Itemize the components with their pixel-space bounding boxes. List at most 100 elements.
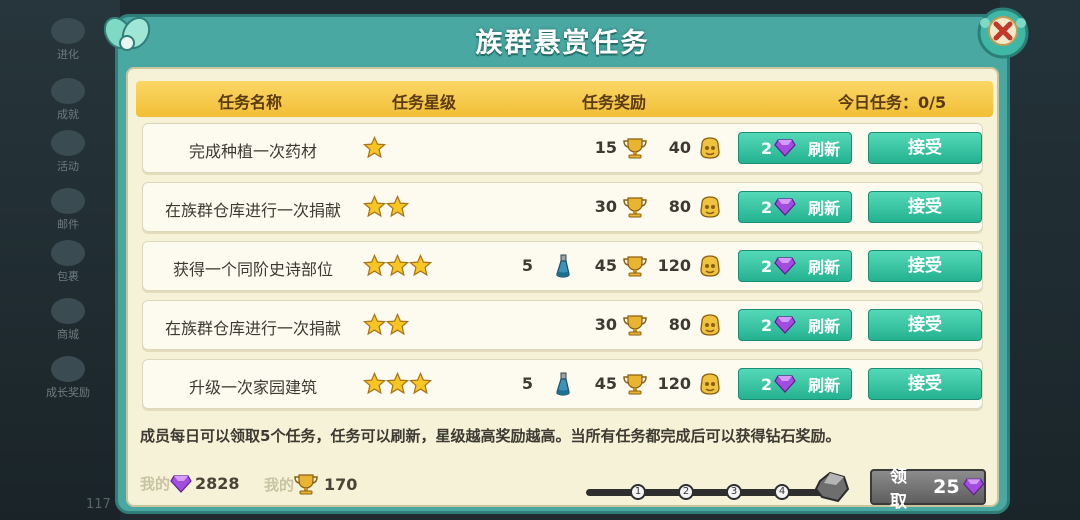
- trophy-reward-value: 45: [594, 374, 617, 393]
- refresh-label: 刷新: [808, 376, 841, 395]
- refresh-label: 刷新: [808, 317, 841, 336]
- bg-menu-evolve: 进化: [40, 18, 96, 62]
- coin-reward-icon: [698, 313, 722, 341]
- refresh-label: 刷新: [808, 199, 841, 218]
- refresh-label: 刷新: [808, 140, 841, 159]
- potion-icon: [556, 254, 570, 278]
- background-right: [1000, 0, 1080, 520]
- coin-icon: [700, 314, 720, 336]
- task-row: 完成种植一次药材 15 40 2 刷新 接受: [142, 123, 983, 173]
- refresh-task-button[interactable]: 2 刷新: [738, 132, 852, 164]
- accept-task-button[interactable]: 接受: [868, 132, 982, 164]
- star-icon: [386, 254, 409, 277]
- diamond-icon: [774, 198, 796, 216]
- trophy-reward-value: 15: [594, 138, 617, 157]
- coin-reward-value: 80: [668, 315, 691, 334]
- accept-task-button[interactable]: 接受: [868, 368, 982, 400]
- coin-reward-icon: [698, 372, 722, 400]
- accept-task-button[interactable]: 接受: [868, 191, 982, 223]
- refresh-label: 刷新: [808, 258, 841, 277]
- task-name: 获得一个同阶史诗部位: [172, 260, 333, 279]
- table-header: 任务名称 任务星级 任务奖励 今日任务：0/5: [136, 81, 993, 117]
- bg-menu-mail: 邮件: [40, 188, 96, 232]
- claim-count: 25: [933, 476, 960, 498]
- trophy-reward-value: 30: [594, 315, 617, 334]
- claim-label: 领取: [890, 467, 907, 512]
- task-row: 获得一个同阶史诗部位 5 45 120 2 刷新 接受: [142, 241, 983, 291]
- refresh-task-button[interactable]: 2 刷新: [738, 309, 852, 341]
- bg-menu-shop: 商城: [40, 298, 96, 342]
- accept-task-button[interactable]: 接受: [868, 250, 982, 282]
- my-gems-label: 我的: [140, 475, 171, 493]
- task-stars: [363, 372, 432, 395]
- task-name: 在族群仓库进行一次捐献: [164, 201, 341, 220]
- accept-task-button[interactable]: 接受: [868, 309, 982, 341]
- coin-reward-value: 80: [668, 197, 691, 216]
- progress-node: 1: [630, 484, 646, 500]
- star-icon: [363, 195, 386, 218]
- header-task-name: 任务名称: [218, 93, 283, 112]
- header-task-reward: 任务奖励: [582, 93, 647, 112]
- task-name: 升级一次家园建筑: [188, 378, 317, 397]
- trophy-reward-icon: [623, 373, 647, 399]
- refresh-task-button[interactable]: 2 刷新: [738, 368, 852, 400]
- coin-icon: [700, 137, 720, 159]
- potion-reward-value: 5: [521, 256, 533, 275]
- bg-menu-activity: 活动: [40, 130, 96, 174]
- coin-icon: [700, 255, 720, 277]
- header-today-tasks: 今日任务：0/5: [838, 93, 947, 112]
- trophy-reward-value: 30: [594, 197, 617, 216]
- ore-icon: [814, 471, 850, 503]
- coin-reward-icon: [698, 195, 722, 223]
- claim-reward-button[interactable]: 领取 25: [870, 467, 986, 512]
- coin-reward-value: 120: [657, 374, 691, 393]
- refresh-cost: 2: [761, 138, 773, 158]
- task-stars: [363, 195, 409, 218]
- potion-icon: [556, 372, 570, 396]
- potion-reward-icon: [553, 372, 573, 402]
- close-button[interactable]: [975, 5, 1031, 61]
- background-sidebar: 进化 成就 活动 邮件 包裹 商城 成长奖励 117: [0, 0, 120, 520]
- bg-menu-growth: 成长奖励: [36, 356, 100, 400]
- trophy-icon: [623, 138, 647, 159]
- potion-reward-value: 5: [521, 374, 533, 393]
- star-icon: [363, 136, 386, 159]
- star-icon: [363, 254, 386, 277]
- bg-menu-achievement: 成就: [40, 78, 96, 122]
- star-icon: [409, 372, 432, 395]
- diamond-icon: [774, 316, 796, 334]
- diamond-icon: [774, 375, 796, 393]
- refresh-task-button[interactable]: 2 刷新: [738, 250, 852, 282]
- task-row: 在族群仓库进行一次捐献 30 80 2 刷新 接受: [142, 182, 983, 232]
- refresh-cost: 2: [761, 197, 773, 217]
- progress-node: 3: [726, 484, 742, 500]
- my-trophy-label: 我的: [264, 475, 295, 494]
- trophy-reward-icon: [623, 196, 647, 222]
- progress-node: 4: [774, 484, 790, 500]
- trophy-icon: [623, 315, 647, 336]
- bounty-task-dialog: 族群悬赏任务 任务名称 任务星级 任务奖励 今日任务：0/5 完成种植一次药材 1…: [103, 7, 1029, 514]
- my-trophy-value: 170: [324, 474, 358, 494]
- coin-reward-value: 40: [668, 138, 691, 157]
- trophy-icon: [623, 256, 647, 277]
- task-panel: 任务名称 任务星级 任务奖励 今日任务：0/5 完成种植一次药材 15 40 2 刷新接…: [126, 67, 999, 512]
- star-icon: [386, 372, 409, 395]
- trophy-reward-icon: [623, 314, 647, 340]
- refresh-cost: 2: [761, 256, 773, 276]
- my-gems: 我的 2828: [140, 473, 240, 494]
- trophy-icon: [623, 197, 647, 218]
- my-gems-value: 2828: [195, 474, 240, 493]
- coin-reward-icon: [698, 136, 722, 164]
- progress-track: 1 2 3 4: [586, 484, 826, 500]
- coin-icon: [700, 373, 720, 395]
- trophy-icon: [623, 374, 647, 395]
- star-icon: [386, 313, 409, 336]
- star-icon: [363, 372, 386, 395]
- task-stars: [363, 254, 432, 277]
- progress-node: 2: [678, 484, 694, 500]
- my-trophy: 我的 170: [264, 473, 357, 495]
- refresh-task-button[interactable]: 2 刷新: [738, 191, 852, 223]
- diamond-icon: [774, 257, 796, 275]
- trophy-reward-value: 45: [594, 256, 617, 275]
- task-description: 成员每日可以领取5个任务，任务可以刷新，星级越高奖励越高。当所有任务都完成后可以…: [140, 427, 841, 445]
